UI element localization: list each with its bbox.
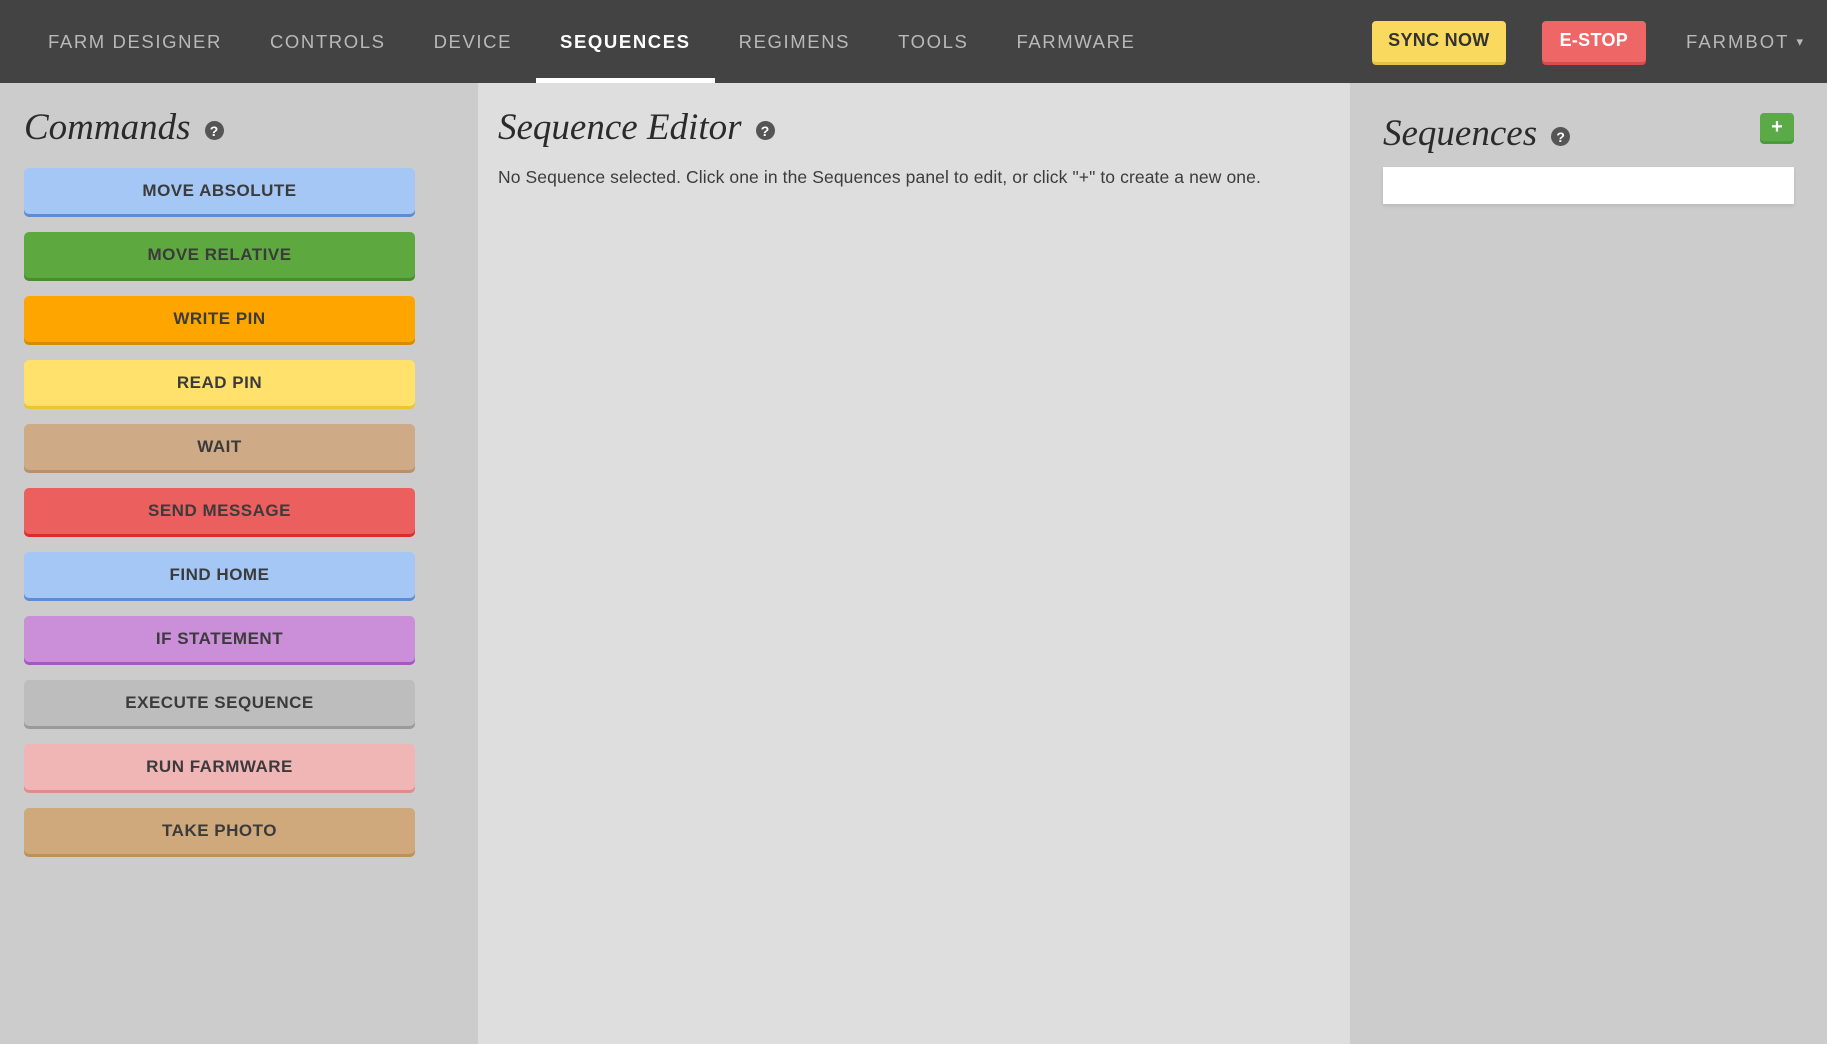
help-icon[interactable]: ? (205, 121, 224, 140)
page-body: Commands ? Move Absolute Move Relative Wri… (0, 83, 1827, 1044)
sequences-panel-title: Sequences ? (1383, 115, 1570, 152)
help-icon[interactable]: ? (756, 121, 775, 140)
sequences-title-text: Sequences (1383, 115, 1537, 152)
sequence-editor-title-text: Sequence Editor (498, 109, 742, 146)
command-button-take-photo[interactable]: Take Photo (24, 808, 415, 854)
command-button-read-pin[interactable]: Read Pin (24, 360, 415, 406)
nav-tab-regimens[interactable]: Regimens (715, 0, 874, 83)
command-button-if-statement[interactable]: If Statement (24, 616, 415, 662)
command-button-find-home[interactable]: Find Home (24, 552, 415, 598)
sequence-editor-title: Sequence Editor ? (498, 109, 1350, 146)
commands-panel: Commands ? Move Absolute Move Relative Wri… (0, 83, 478, 1044)
command-button-wait[interactable]: Wait (24, 424, 415, 470)
command-button-send-message[interactable]: Send Message (24, 488, 415, 534)
add-sequence-button[interactable]: + (1760, 113, 1794, 141)
sequences-panel: Sequences ? + (1350, 83, 1827, 1044)
command-button-write-pin[interactable]: Write Pin (24, 296, 415, 342)
account-dropdown[interactable]: FARMBOT ▾ (1686, 31, 1805, 53)
command-button-move-relative[interactable]: Move Relative (24, 232, 415, 278)
command-button-move-absolute[interactable]: Move Absolute (24, 168, 415, 214)
chevron-down-icon: ▾ (1796, 35, 1805, 48)
top-navbar: Farm DesignerControlsDeviceSequencesRegi… (0, 0, 1827, 83)
nav-tab-controls[interactable]: Controls (246, 0, 410, 83)
nav-tab-sequences[interactable]: Sequences (536, 0, 715, 83)
nav-tab-farmware[interactable]: Farmware (992, 0, 1159, 83)
nav-tab-farm-designer[interactable]: Farm Designer (24, 0, 246, 83)
editor-empty-message: No Sequence selected. Click one in the S… (498, 167, 1350, 188)
commands-panel-title: Commands ? (24, 109, 454, 146)
command-button-list: Move Absolute Move Relative Write Pin Read … (24, 168, 454, 854)
commands-title-text: Commands (24, 109, 191, 146)
account-label: FARMBOT (1686, 31, 1789, 53)
emergency-stop-button[interactable]: E-STOP (1542, 21, 1646, 62)
nav-tab-tools[interactable]: Tools (874, 0, 992, 83)
sequence-search-input[interactable] (1383, 167, 1794, 204)
sync-now-button[interactable]: SYNC NOW (1372, 21, 1505, 62)
sequences-panel-header: Sequences ? + (1383, 115, 1794, 152)
nav-tab-device[interactable]: Device (410, 0, 536, 83)
help-icon[interactable]: ? (1551, 127, 1570, 146)
command-button-run-farmware[interactable]: Run Farmware (24, 744, 415, 790)
sequence-editor-panel: Sequence Editor ? No Sequence selected. … (478, 83, 1350, 1044)
navbar-actions: SYNC NOW E-STOP FARMBOT ▾ (1372, 21, 1827, 62)
command-button-execute-sequence[interactable]: Execute Sequence (24, 680, 415, 726)
main-navigation: Farm DesignerControlsDeviceSequencesRegi… (24, 0, 1160, 83)
